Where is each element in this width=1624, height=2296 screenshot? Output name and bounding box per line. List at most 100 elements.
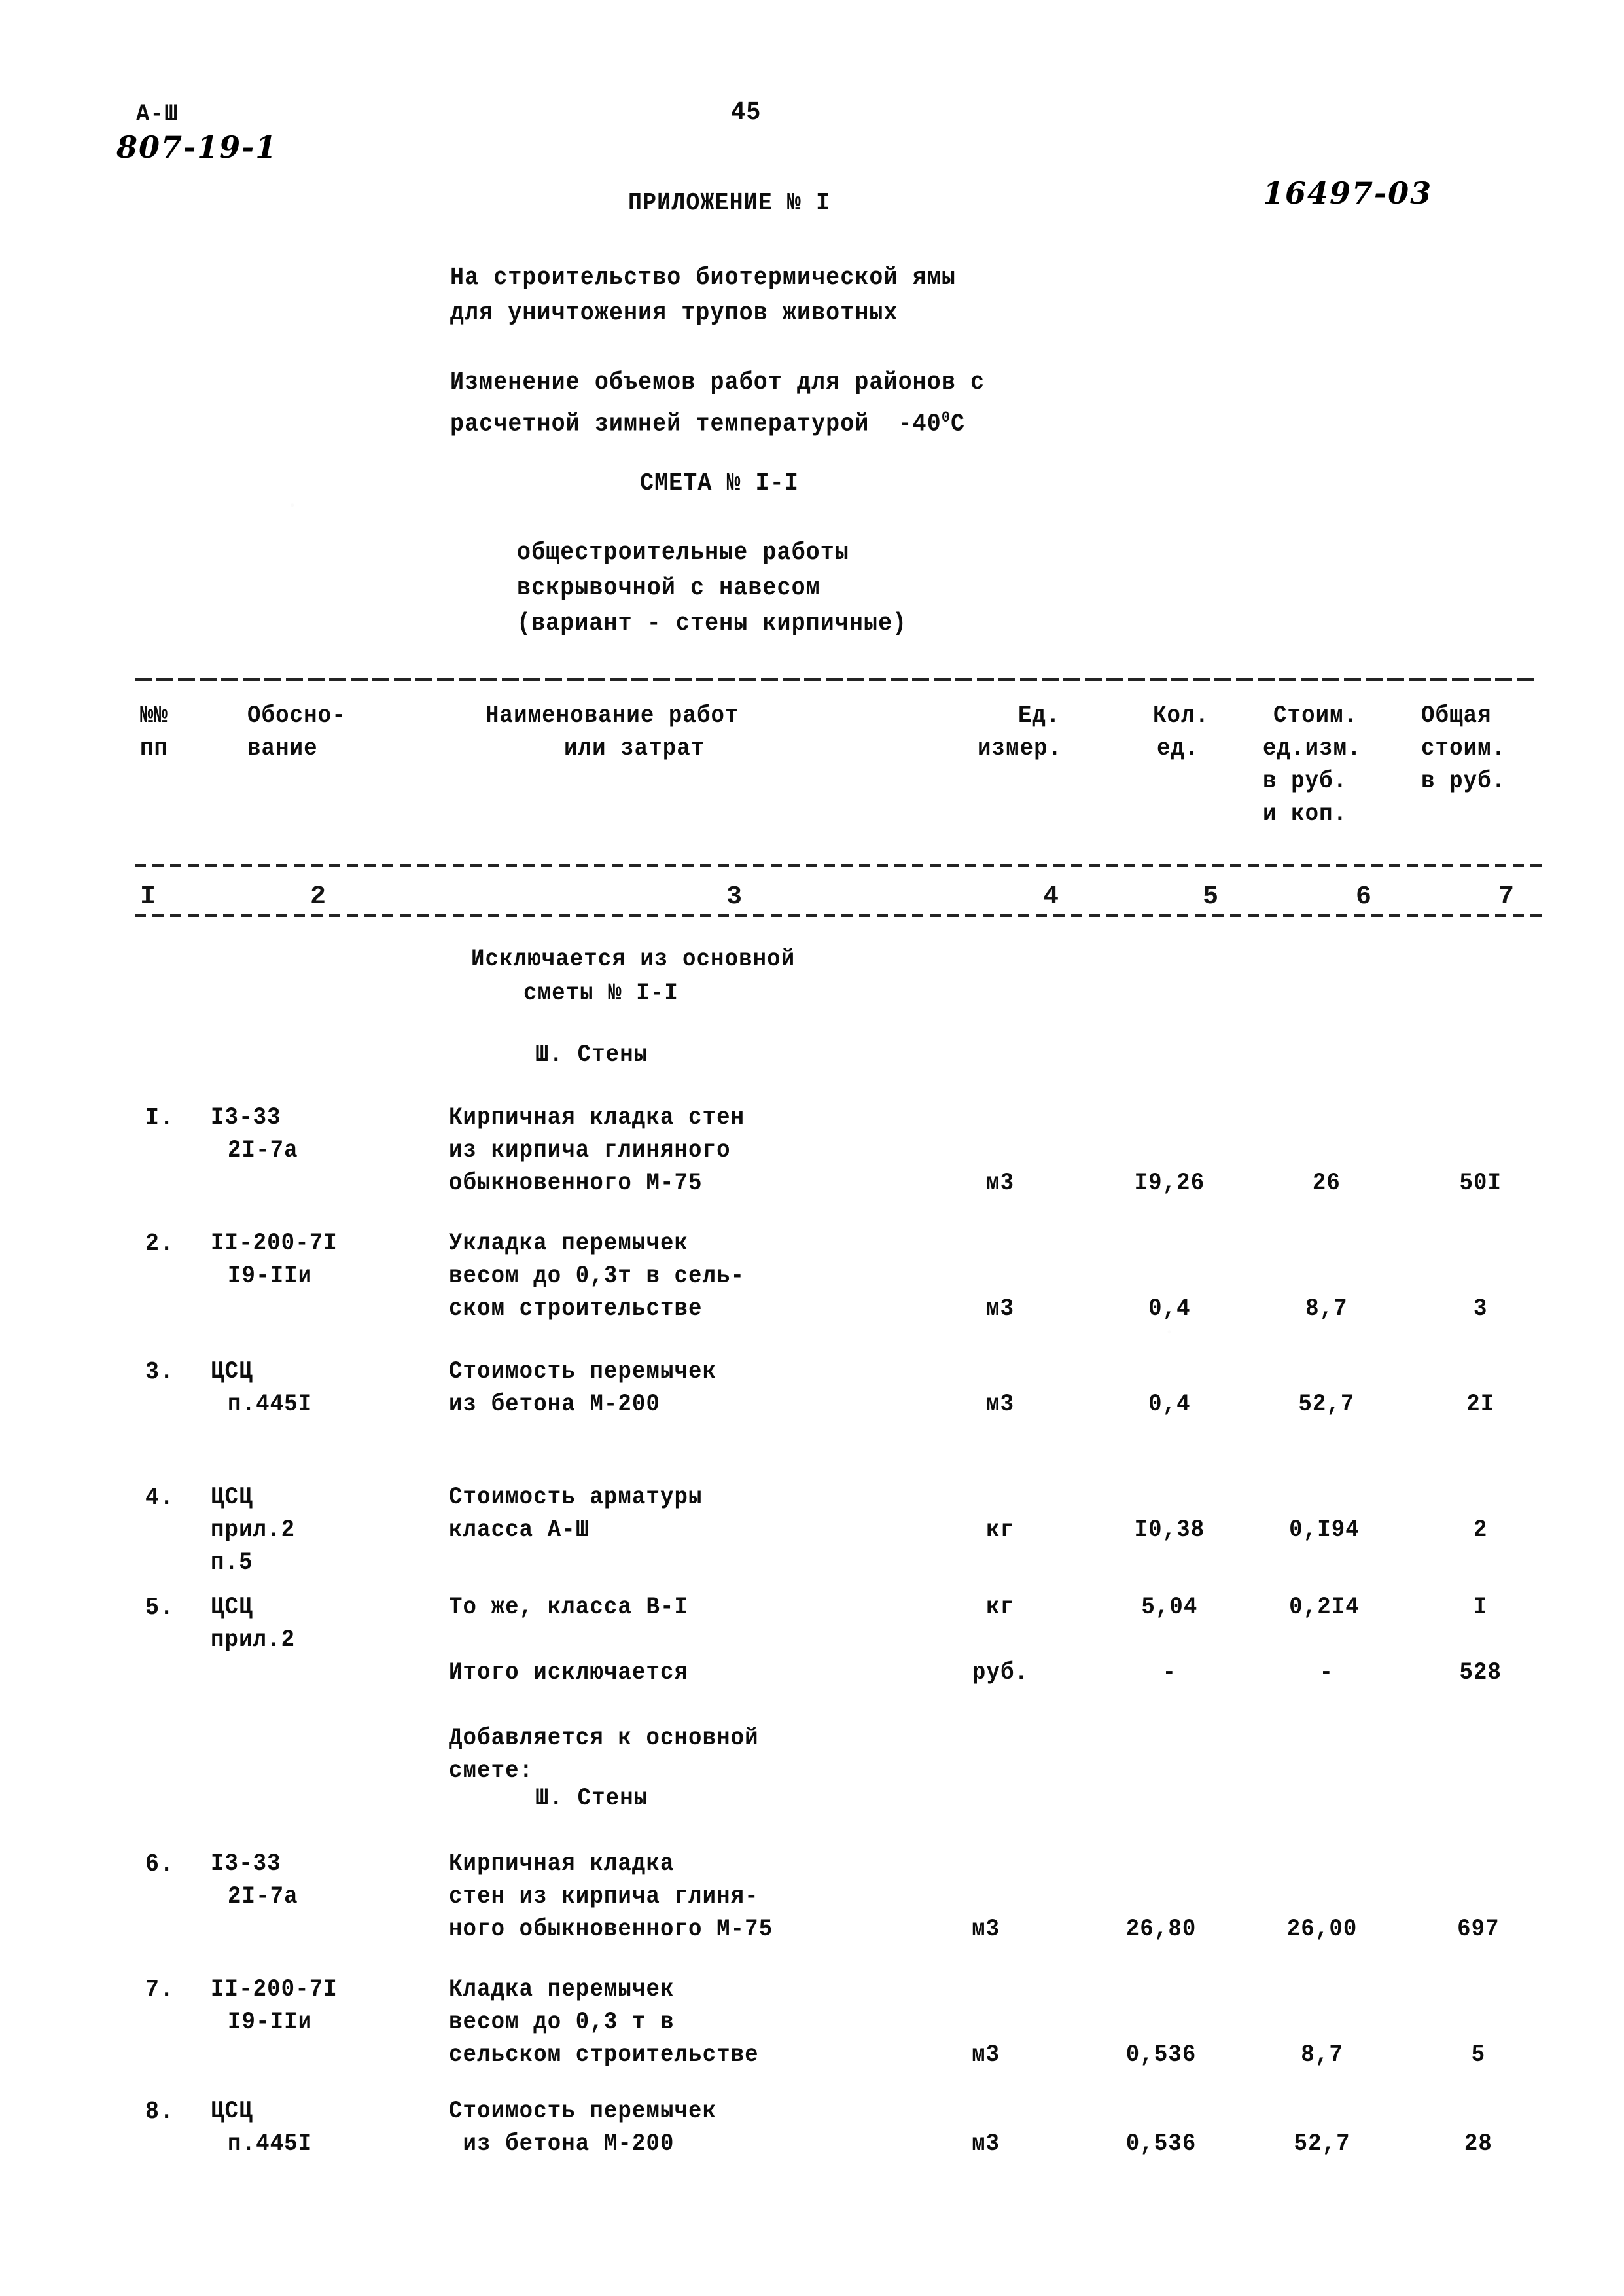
- header-col2-line1: Обосно-: [247, 702, 346, 730]
- row-number: 6.: [145, 1850, 175, 1878]
- header-col3-line2: или затрат: [564, 735, 705, 762]
- header-col6-line3: в руб.: [1263, 768, 1348, 795]
- series-stamp-line: А-Ш: [136, 101, 179, 128]
- object-title-line-1: На строительство биотермической ямы: [450, 264, 956, 292]
- header-col6-line2: ед.изм.: [1263, 735, 1362, 762]
- row-unit-cost: 52,7: [1294, 2130, 1350, 2158]
- row-description-line: Кирпичная кладка стен: [449, 1104, 745, 1132]
- header-col6-line4: и коп.: [1263, 800, 1348, 828]
- row-description-line: обыкновенного М-75: [449, 1170, 703, 1197]
- row-quantity: 0,536: [1125, 2130, 1197, 2158]
- header-col7-line1: Общая: [1421, 702, 1492, 730]
- header-col4-line1: Ед.: [1018, 702, 1061, 730]
- page-number: 45: [731, 98, 762, 128]
- row-description-line: Стоимость перемычек: [449, 2098, 717, 2125]
- estimate-subtitle-line-2: вскрывочной с навесом: [517, 574, 821, 602]
- row-quantity: I0,38: [1134, 1516, 1205, 1544]
- row-basis-line: прил.2: [211, 1516, 296, 1544]
- column-number-2: 2: [310, 882, 327, 912]
- appendix-title: ПРИЛОЖЕНИЕ № I: [628, 189, 831, 217]
- row-basis-line: 2I-7a: [228, 1883, 298, 1910]
- row-number: 2.: [145, 1230, 175, 1258]
- archive-handwritten-code: 16497-03: [1263, 175, 1433, 211]
- row-total-cost: 3: [1474, 1295, 1488, 1323]
- estimate-subtitle-line-3: (вариант - стены кирпичные): [517, 609, 908, 637]
- row-basis-line: прил.2: [211, 1626, 296, 1654]
- row-basis-line: п.445I: [228, 2130, 313, 2158]
- row-description-line: Кладка перемычек: [449, 1976, 675, 2003]
- row-number: 7.: [145, 1976, 175, 2004]
- row-description-line: из бетона М-200: [449, 2130, 675, 2158]
- row-description-line: Укладка перемычек: [449, 1230, 689, 1257]
- row-quantity: 26,80: [1125, 1916, 1197, 1943]
- header-col1-line1: №№: [140, 702, 169, 730]
- row-description-line: ного обыкновенного М-75: [449, 1916, 773, 1943]
- section-added-line-2: смете:: [449, 1757, 534, 1785]
- row-basis-line: II-200-7I: [211, 1976, 338, 2003]
- change-note-temp-unit: С: [950, 410, 966, 439]
- row-number: 3.: [145, 1358, 175, 1386]
- column-number-1: I: [140, 882, 156, 912]
- subtotal-excluded-qty: -: [1162, 1659, 1177, 1687]
- row-number: 8.: [145, 2098, 175, 2126]
- change-note-line-1: Изменение объемов работ для районов с: [450, 368, 985, 397]
- row-unit-cost: 52,7: [1298, 1391, 1355, 1418]
- row-unit: м3: [972, 1916, 1000, 1943]
- column-number-4: 4: [1043, 882, 1059, 912]
- row-basis-line: ЦСЦ: [211, 1484, 253, 1511]
- subtotal-excluded-unit: руб.: [972, 1659, 1029, 1687]
- column-number-3: 3: [726, 882, 743, 912]
- subtotal-excluded-total: 528: [1459, 1659, 1502, 1687]
- header-col3-line1: Наименование работ: [485, 702, 739, 730]
- header-col7-line3: в руб.: [1421, 768, 1506, 795]
- object-title-line-2: для уничтожения трупов животных: [450, 299, 898, 327]
- table-header-bottom-rule: [135, 864, 1542, 867]
- estimate-heading: СМЕТА № I-I: [640, 469, 799, 497]
- row-basis-line: п.445I: [228, 1391, 313, 1418]
- row-basis-line: ЦСЦ: [211, 1358, 253, 1386]
- row-unit-cost: 8,7: [1305, 1295, 1348, 1323]
- degree-symbol: 0: [941, 409, 951, 427]
- table-top-rule: [135, 678, 1535, 681]
- row-number: 5.: [145, 1594, 175, 1622]
- header-col5-line2: ед.: [1157, 735, 1199, 762]
- column-number-6: 6: [1356, 882, 1372, 912]
- subtotal-excluded-label: Итого исключается: [449, 1659, 689, 1687]
- header-col1-line2: пп: [140, 735, 169, 762]
- row-total-cost: 2: [1474, 1516, 1488, 1544]
- row-basis-line: I9-IIи: [228, 2009, 313, 2036]
- row-description-line: Стоимость арматуры: [449, 1484, 703, 1511]
- row-quantity: 0,4: [1148, 1391, 1191, 1418]
- row-quantity: 0,4: [1148, 1295, 1191, 1323]
- header-col2-line2: вание: [247, 735, 318, 762]
- stamp-handwritten-code: 807-19-1: [116, 130, 278, 165]
- header-col7-line2: стоим.: [1421, 735, 1506, 762]
- row-description-line: из бетона М-200: [449, 1391, 660, 1418]
- section-excluded-line-1: Исключается из основной: [471, 946, 796, 973]
- row-basis-line: II-200-7I: [211, 1230, 338, 1257]
- row-basis-line: I3-33: [211, 1104, 281, 1132]
- column-number-bottom-rule: [135, 914, 1542, 917]
- row-total-cost: 50I: [1459, 1170, 1502, 1197]
- header-col4-line2: измер.: [978, 735, 1063, 762]
- row-description-line: Стоимость перемычек: [449, 1358, 717, 1386]
- row-unit-cost: 8,7: [1301, 2041, 1343, 2069]
- row-unit: кг: [986, 1516, 1015, 1544]
- column-number-5: 5: [1203, 882, 1219, 912]
- column-number-7: 7: [1498, 882, 1515, 912]
- row-unit: м3: [986, 1295, 1015, 1323]
- row-description-line: весом до 0,3т в сель-: [449, 1263, 745, 1290]
- row-description-line: из кирпича глиняного: [449, 1137, 731, 1164]
- header-col5-line1: Кол.: [1153, 702, 1210, 730]
- row-number: I.: [145, 1104, 175, 1132]
- section-added-subheading: Ш. Стены: [535, 1785, 648, 1812]
- subtotal-excluded-unit-cost: -: [1319, 1659, 1334, 1687]
- row-unit-cost: 0,2I4: [1289, 1594, 1360, 1621]
- row-unit: м3: [986, 1170, 1015, 1197]
- row-unit-cost: 26: [1312, 1170, 1341, 1197]
- row-total-cost: I: [1474, 1594, 1488, 1621]
- row-description-line: весом до 0,3 т в: [449, 2009, 675, 2036]
- header-col6-line1: Стоим.: [1273, 702, 1358, 730]
- row-unit-cost: 0,I94: [1289, 1516, 1360, 1544]
- row-description-line: ском строительстве: [449, 1295, 703, 1323]
